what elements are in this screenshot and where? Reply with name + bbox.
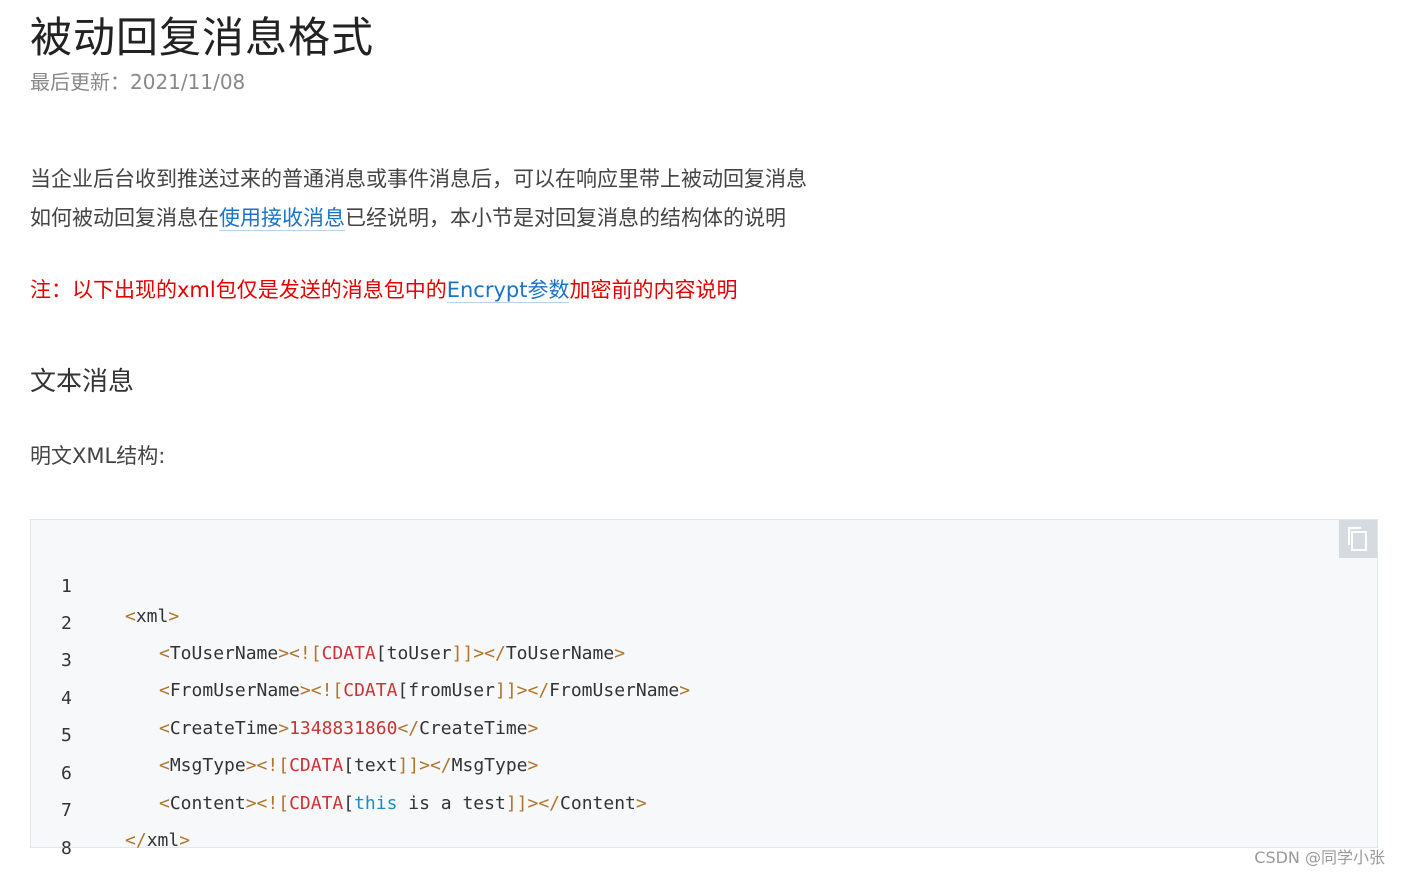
code-token: FromUserName [169,680,300,701]
code-token: CreateTime [419,718,528,739]
copy-button[interactable] [1339,520,1377,558]
code-token: FromUserName [549,680,680,701]
code-token: ><![ [278,643,322,664]
code-line: 5 <MsgType><![CDATA[text]]></MsgType> [31,691,538,776]
code-token: CreateTime [169,718,279,739]
code-token: MsgType [451,755,528,776]
code-token: xml [135,606,169,627]
code-token: CDATA [289,755,344,776]
code-token: ><![ [245,793,290,814]
plain-xml-label: 明文XML结构: [30,444,166,468]
code-token: < [159,680,170,701]
code-block: 1 <xml> 2 <ToUserName><![CDATA[toUser]]>… [30,519,1378,859]
code-token: CDATA [289,793,344,814]
code-line: 4 <CreateTime>1348831860</CreateTime> [31,654,538,739]
code-token: is a test [397,793,506,814]
code-token: fromUser [408,680,495,701]
code-token: > [527,718,539,739]
code-token: [ [343,755,355,776]
section-heading: 文本消息 [30,367,135,397]
code-token: toUser [386,643,452,664]
code-token: > [527,755,539,776]
code-token: [ [343,793,355,814]
code-token: ToUserName [169,643,279,664]
code-token: ToUserName [505,643,615,664]
intro-line-2-prefix: 如何被动回复消息在 [30,206,219,230]
code-token: < [159,718,170,739]
code-token: Content [560,793,636,814]
code-token: > [179,830,191,851]
code-token: ]]></ [451,643,506,664]
intro-line-1: 当企业后台收到推送过来的普通消息或事件消息后，可以在响应里带上被动回复消息 [30,167,807,191]
code-token: > [614,643,626,664]
note: 注：以下出现的xml包仅是发送的消息包中的Encrypt参数加密前的内容说明 [30,275,737,305]
code-token: < [159,793,170,814]
watermark: CSDN @同学小张 [1254,848,1385,867]
code-token: ><![ [245,755,290,776]
note-suffix: 加密前的内容说明 [569,278,738,302]
code-line: 1 <xml> [31,542,179,627]
code-token: </ [125,830,147,851]
code-token: ]]></ [494,680,550,701]
line-number: 8 [61,838,72,859]
code-token: ]]></ [505,793,561,814]
code-line: 2 <ToUserName><![CDATA[toUser]]></ToUser… [31,579,625,664]
page-title: 被动回复消息格式 [30,13,375,62]
code-line: 7 </xml> [31,766,190,851]
code-line: 6 <Content><![CDATA[this is a test]]></C… [31,729,647,814]
copy-icon [1348,527,1367,551]
code-token: < [159,643,170,664]
last-updated: 最后更新：2021/11/08 [30,70,246,94]
code-token: ]]></ [397,755,452,776]
code-token: < [125,606,136,627]
code-token: > [278,718,290,739]
code-token: [ [375,643,387,664]
code-token: xml [146,830,180,851]
code-line: 3 <FromUserName><![CDATA[fromUser]]></Fr… [31,616,690,701]
code-token: < [159,755,170,776]
code-token: CDATA [343,680,398,701]
code-token: 1348831860 [289,718,398,739]
code-token: </ [397,718,420,739]
code-token: > [635,793,647,814]
note-prefix: 注：以下出现的xml包仅是发送的消息包中的 [30,278,447,302]
code-token: this [354,793,398,814]
code-token: ><![ [299,680,344,701]
code-token: > [168,606,180,627]
receive-message-link[interactable]: 使用接收消息 [219,206,345,231]
code-line: 8 [31,804,74,859]
code-token: text [354,755,398,776]
code-token: CDATA [321,643,376,664]
code-token: > [679,680,691,701]
intro-line-2-suffix: 已经说明，本小节是对回复消息的结构体的说明 [345,206,786,230]
code-token: [ [397,680,409,701]
code-token: Content [169,793,246,814]
encrypt-param-link[interactable]: Encrypt参数 [446,278,570,303]
code-token: MsgType [169,755,246,776]
intro-line-2: 如何被动回复消息在使用接收消息已经说明，本小节是对回复消息的结构体的说明 [30,203,786,233]
